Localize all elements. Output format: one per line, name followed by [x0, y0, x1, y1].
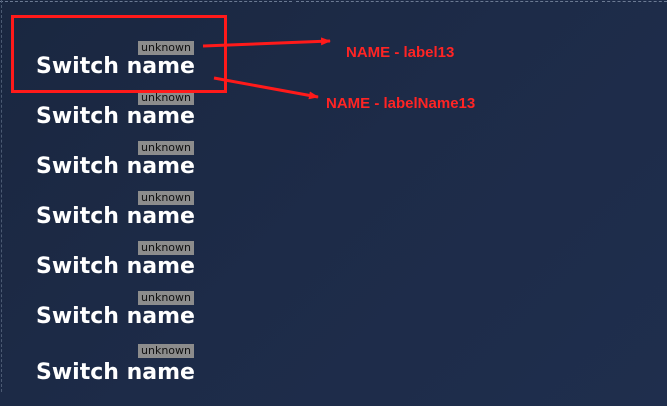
annotation-arrow-name: [213, 76, 319, 100]
annotation-arrow-label: [202, 37, 331, 48]
annotation-label-callout: NAME - label13: [346, 44, 455, 61]
annotation-name-callout: NAME - labelName13: [326, 95, 476, 112]
annotation-arrows: [202, 37, 331, 100]
